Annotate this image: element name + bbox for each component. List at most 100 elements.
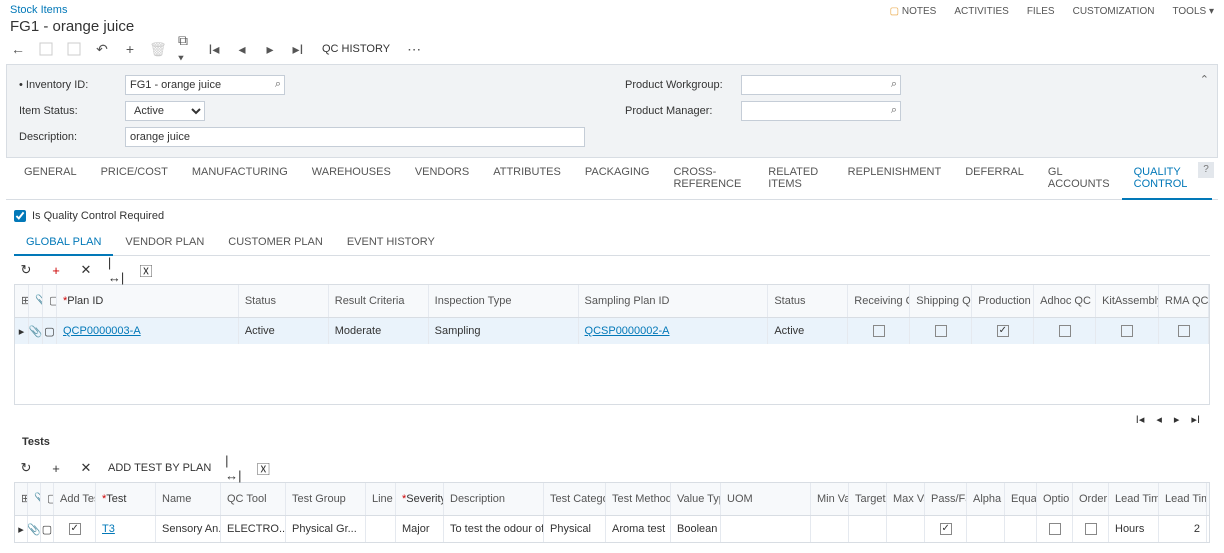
tcol-lt[interactable]: Lead Time Duration	[1159, 483, 1207, 515]
tcell-test[interactable]: T3	[96, 516, 156, 542]
nav-tools[interactable]: TOOLS ▾	[1172, 6, 1214, 17]
trow-expand[interactable]: ▸	[15, 516, 28, 542]
help-icon[interactable]: ?	[1198, 162, 1214, 178]
tcell-add[interactable]	[54, 516, 96, 542]
col-status[interactable]: Status	[239, 285, 329, 317]
tab-vendors[interactable]: VENDORS	[403, 158, 481, 199]
tcol-method[interactable]: Test Method	[606, 483, 671, 515]
tab-related-items[interactable]: RELATED ITEMS	[756, 158, 835, 199]
nav-files[interactable]: FILES	[1027, 6, 1055, 17]
subtab-customer-plan[interactable]: CUSTOMER PLAN	[216, 230, 335, 255]
manager-input[interactable]	[741, 101, 901, 121]
tcol-group[interactable]: Test Group	[286, 483, 366, 515]
add-test-by-plan-button[interactable]: ADD TEST BY PLAN	[108, 462, 211, 474]
tab-cross-reference[interactable]: CROSS-REFERENCE	[661, 158, 756, 199]
tcol-sev[interactable]: *Severity Level	[396, 483, 444, 515]
tcol-targ[interactable]: Target Value	[849, 483, 887, 515]
col-status2[interactable]: Status	[768, 285, 848, 317]
more-icon[interactable]: ⋯	[406, 41, 422, 57]
tcol-opt[interactable]: Optio Test	[1037, 483, 1073, 515]
col-prod[interactable]: Production QC	[972, 285, 1034, 317]
back-icon[interactable]: ←	[10, 41, 26, 57]
tab-general[interactable]: GENERAL	[12, 158, 89, 199]
col-kit[interactable]: KitAssembly QC	[1096, 285, 1159, 317]
cell-ship[interactable]	[910, 318, 972, 344]
tcol-lttype[interactable]: Lead Time Duration Type	[1109, 483, 1159, 515]
delete-icon[interactable]: 🗑	[150, 41, 166, 57]
tcol-line[interactable]: Line Nbr	[366, 483, 396, 515]
tests-delete-icon[interactable]: ✕	[78, 460, 94, 476]
tcol-name[interactable]: Name	[156, 483, 221, 515]
breadcrumb[interactable]: Stock Items	[10, 4, 67, 16]
nav-activities[interactable]: ACTIVITIES	[954, 6, 1008, 17]
col-insp[interactable]: Inspection Type	[429, 285, 579, 317]
tab-deferral[interactable]: DEFERRAL	[953, 158, 1036, 199]
delete-row-icon[interactable]: ✕	[78, 262, 94, 278]
fit-icon[interactable]: |↔|	[108, 262, 124, 278]
tcol-desc[interactable]: Description	[444, 483, 544, 515]
page-last-icon[interactable]: ▸I	[1191, 413, 1200, 426]
tcol-uom[interactable]: UOM	[721, 483, 811, 515]
col-ship[interactable]: Shipping QC	[910, 285, 972, 317]
col-samp[interactable]: Sampling Plan ID	[579, 285, 769, 317]
copy-icon[interactable]: ⧉ ▾	[178, 41, 194, 57]
save-close-icon[interactable]	[38, 41, 54, 57]
subtab-vendor-plan[interactable]: VENDOR PLAN	[113, 230, 216, 255]
tab-replenishment[interactable]: REPLENISHMENT	[836, 158, 954, 199]
col-plan-id[interactable]: *Plan ID	[57, 285, 239, 317]
tcell-ord[interactable]	[1073, 516, 1109, 542]
tab-attributes[interactable]: ATTRIBUTES	[481, 158, 573, 199]
col-result[interactable]: Result Criteria	[329, 285, 429, 317]
nav-customization[interactable]: CUSTOMIZATION	[1073, 6, 1155, 17]
cell-samp[interactable]: QCSP0000002-A	[579, 318, 769, 344]
qc-history-button[interactable]: QC HISTORY	[318, 43, 394, 55]
tcol-alpha[interactable]: Alpha Value	[967, 483, 1005, 515]
col-recv[interactable]: Receiving QC	[848, 285, 910, 317]
col-rma[interactable]: RMA QC	[1159, 285, 1209, 317]
tcol-tool[interactable]: QC Tool	[221, 483, 286, 515]
save-icon[interactable]	[66, 41, 82, 57]
tcol-max[interactable]: Max Value	[887, 483, 925, 515]
tests-fit-icon[interactable]: |↔|	[225, 460, 241, 476]
trow-note[interactable]: ▢	[41, 516, 54, 542]
tcol-pf[interactable]: Pass/Fa	[925, 483, 967, 515]
cell-prod[interactable]	[972, 318, 1034, 344]
tab-warehouses[interactable]: WAREHOUSES	[300, 158, 403, 199]
tcol-add[interactable]: Add Test In Reporti	[54, 483, 96, 515]
trow-pin[interactable]: 📎	[28, 516, 41, 542]
cell-adhoc[interactable]	[1034, 318, 1096, 344]
tab-gl-accounts[interactable]: GL ACCOUNTS	[1036, 158, 1122, 199]
nav-notes[interactable]: ▢ NOTES	[890, 6, 937, 17]
next-icon[interactable]: ▸	[262, 41, 278, 57]
tcol-cat[interactable]: Test Category	[544, 483, 606, 515]
page-next-icon[interactable]: ▸	[1174, 413, 1180, 426]
subtab-global-plan[interactable]: GLOBAL PLAN	[14, 230, 113, 256]
tcell-pf[interactable]	[925, 516, 967, 542]
tests-export-icon[interactable]: 🅇	[255, 460, 271, 476]
export-icon[interactable]: 🅇	[138, 262, 154, 278]
tcol-vtype[interactable]: Value Type	[671, 483, 721, 515]
description-input[interactable]	[125, 127, 585, 147]
tcell-opt[interactable]	[1037, 516, 1073, 542]
cell-kit[interactable]	[1096, 318, 1159, 344]
undo-icon[interactable]: ↶	[94, 41, 110, 57]
tab-packaging[interactable]: PACKAGING	[573, 158, 662, 199]
tests-add-icon[interactable]: +	[48, 460, 64, 476]
last-icon[interactable]: ▸I	[290, 41, 306, 57]
prev-icon[interactable]: ◂	[234, 41, 250, 57]
tcol-eq[interactable]: Equa	[1005, 483, 1037, 515]
page-prev-icon[interactable]: ◂	[1156, 413, 1162, 426]
subtab-event-history[interactable]: EVENT HISTORY	[335, 230, 447, 255]
row-expand[interactable]: ▸	[15, 318, 29, 344]
tab-price-cost[interactable]: PRICE/COST	[89, 158, 180, 199]
tcol-test[interactable]: *Test	[96, 483, 156, 515]
col-adhoc[interactable]: Adhoc QC	[1034, 285, 1096, 317]
item-status-select[interactable]: Active	[125, 101, 205, 121]
tcol-ord[interactable]: Order Level Test	[1073, 483, 1109, 515]
tests-refresh-icon[interactable]: ↻	[18, 460, 34, 476]
first-icon[interactable]: I◂	[206, 41, 222, 57]
qc-required-checkbox[interactable]	[14, 210, 26, 222]
tab-manufacturing[interactable]: MANUFACTURING	[180, 158, 300, 199]
inventory-id-input[interactable]	[125, 75, 285, 95]
cell-rma[interactable]	[1159, 318, 1209, 344]
